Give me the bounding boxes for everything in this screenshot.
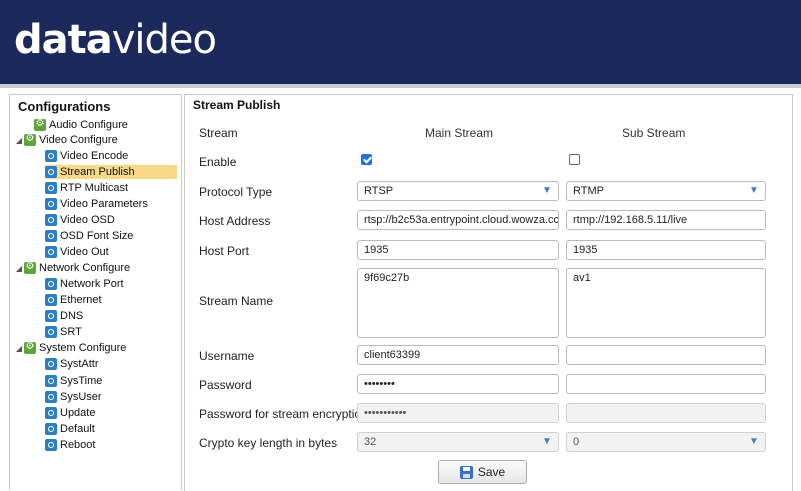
main-host-port-input[interactable]: 1935 [357, 240, 559, 260]
settings-leaf-icon [45, 182, 57, 194]
header-divider [0, 84, 801, 88]
expand-triangle-icon[interactable]: ◢ [14, 264, 24, 273]
tree-item-srt[interactable]: SRT [45, 325, 82, 339]
stream-publish-panel: Stream Publish Stream Main Stream Sub St… [184, 94, 793, 491]
stream-name-label: Stream Name [199, 294, 274, 308]
gear-group-icon [34, 118, 46, 131]
tree-item-video-out[interactable]: Video Out [45, 245, 109, 259]
settings-leaf-icon [45, 326, 57, 338]
settings-leaf-icon [45, 358, 57, 370]
settings-leaf-icon [45, 150, 57, 162]
enable-label: Enable [199, 155, 237, 169]
settings-leaf-icon [45, 166, 57, 178]
settings-leaf-icon [45, 391, 57, 403]
sidebar-title: Configurations [18, 99, 111, 114]
settings-leaf-icon [45, 407, 57, 419]
main-enable-checkbox[interactable] [361, 154, 372, 165]
tree-item-dns[interactable]: DNS [45, 309, 83, 323]
host-port-label: Host Port [199, 244, 250, 258]
settings-leaf-icon [45, 214, 57, 226]
main-password-input[interactable]: •••••••• [357, 374, 559, 394]
tree-item-video-encode[interactable]: Video Encode [45, 149, 128, 163]
tree-item-default[interactable]: Default [45, 422, 95, 436]
settings-leaf-icon [45, 423, 57, 435]
main-username-input[interactable]: client63399 [357, 345, 559, 365]
tree-item-sysuser[interactable]: SysUser [45, 390, 102, 404]
host-address-label: Host Address [199, 214, 271, 228]
panel-title: Stream Publish [193, 98, 281, 112]
chevron-down-icon: ▼ [542, 185, 552, 196]
password-label: Password [199, 378, 252, 392]
tree-item-video-configure[interactable]: ◢Video Configure [14, 133, 118, 147]
settings-leaf-icon [45, 310, 57, 322]
sidebar: Configurations Audio Configure ◢Video Co… [9, 94, 182, 490]
app-header: datavideo [0, 0, 801, 84]
tree-item-rtp-multicast[interactable]: RTP Multicast [45, 181, 128, 195]
main-stream-header: Main Stream [425, 126, 494, 140]
tree-item-reboot[interactable]: Reboot [45, 438, 95, 452]
gear-group-icon [24, 341, 36, 354]
sub-enc-password-input[interactable] [566, 403, 766, 423]
main-protocol-select[interactable]: RTSP ▼ [357, 181, 559, 201]
sub-protocol-select[interactable]: RTMP ▼ [566, 181, 766, 201]
sub-password-input[interactable] [566, 374, 766, 394]
username-label: Username [199, 349, 255, 363]
main-crypto-length-select[interactable]: 32 ▼ [357, 432, 559, 452]
settings-leaf-icon [45, 439, 57, 451]
sub-stream-name-textarea[interactable]: av1 [566, 268, 766, 338]
stream-column-label: Stream [199, 126, 238, 140]
tree-item-systattr[interactable]: SystAttr [45, 357, 99, 371]
tree-item-audio-configure[interactable]: Audio Configure [24, 118, 128, 132]
crypto-length-label: Crypto key length in bytes [199, 436, 338, 450]
tree-item-system-configure[interactable]: ◢System Configure [14, 341, 126, 355]
main-enc-password-input[interactable]: ••••••••••• [357, 403, 559, 423]
gear-group-icon [24, 133, 36, 146]
main-host-address-input[interactable]: rtsp://b2c53a.entrypoint.cloud.wowza.cc [357, 210, 559, 230]
main-stream-name-textarea[interactable]: 9f69c27b [357, 268, 559, 338]
sub-stream-header: Sub Stream [622, 126, 686, 140]
gear-group-icon [24, 261, 36, 274]
settings-leaf-icon [45, 294, 57, 306]
settings-leaf-icon [45, 246, 57, 258]
expand-triangle-icon[interactable]: ◢ [14, 344, 24, 353]
tree-item-video-osd[interactable]: Video OSD [45, 213, 115, 227]
chevron-down-icon: ▼ [749, 436, 759, 447]
datavideo-logo: datavideo [14, 17, 217, 63]
settings-leaf-icon [45, 230, 57, 242]
sub-enable-checkbox[interactable] [569, 154, 580, 165]
settings-leaf-icon [45, 198, 57, 210]
save-button[interactable]: Save [438, 460, 527, 484]
tree-item-video-parameters[interactable]: Video Parameters [45, 197, 148, 211]
tree-item-network-port[interactable]: Network Port [45, 277, 124, 291]
tree-item-stream-publish[interactable]: Stream Publish [45, 165, 177, 179]
settings-leaf-icon [45, 278, 57, 290]
protocol-type-label: Protocol Type [199, 185, 273, 199]
settings-leaf-icon [45, 375, 57, 387]
sub-username-input[interactable] [566, 345, 766, 365]
sub-host-address-input[interactable]: rtmp://192.168.5.11/live [566, 210, 766, 230]
sub-host-port-input[interactable]: 1935 [566, 240, 766, 260]
tree-item-systime[interactable]: SysTime [45, 374, 102, 388]
tree-item-osd-font-size[interactable]: OSD Font Size [45, 229, 133, 243]
tree-item-update[interactable]: Update [45, 406, 95, 420]
chevron-down-icon: ▼ [542, 436, 552, 447]
enc-password-label: Password for stream encryption [199, 407, 368, 421]
tree-item-ethernet[interactable]: Ethernet [45, 293, 102, 307]
floppy-disk-icon [459, 465, 473, 479]
expand-triangle-icon[interactable]: ◢ [14, 136, 24, 145]
tree-item-network-configure[interactable]: ◢Network Configure [14, 261, 130, 275]
chevron-down-icon: ▼ [749, 185, 759, 196]
sub-crypto-length-select[interactable]: 0 ▼ [566, 432, 766, 452]
